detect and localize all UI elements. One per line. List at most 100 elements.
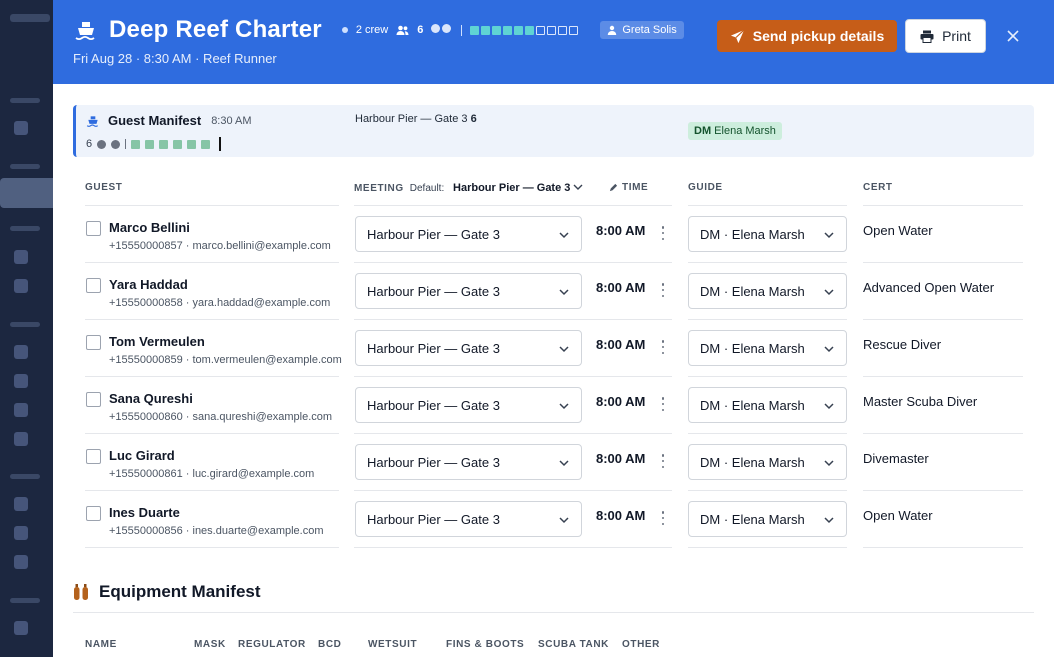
modal-header: Deep Reef Charter 2 crew 6 Greta Solis F… (53, 0, 1054, 84)
meeting-point-select[interactable]: Harbour Pier — Gate 3 (355, 444, 582, 480)
assigned-user-chip[interactable]: Greta Solis (600, 21, 684, 39)
background-section-label (10, 98, 40, 103)
row-rule (863, 433, 1023, 434)
column-header-cert: CERT (863, 182, 893, 193)
row-rule (354, 376, 672, 377)
summary-guide-badge: DM Elena Marsh (688, 122, 782, 140)
equipment-column-fins-boots: FINS & BOOTS (446, 639, 525, 650)
trip-meta: 2 crew 6 Greta Solis (341, 21, 684, 39)
pencil-icon[interactable] (609, 183, 618, 192)
guest-select-checkbox[interactable] (86, 506, 101, 521)
meeting-header-label: MEETING (354, 182, 404, 194)
meeting-point-select[interactable]: Harbour Pier — Gate 3 (355, 501, 582, 537)
chevron-down-icon (558, 400, 570, 412)
chevron-down-icon (823, 229, 835, 241)
crew-count: 2 crew (355, 24, 389, 36)
guide-select[interactable]: DM · Elena Marsh (688, 273, 847, 309)
guest-name: Ines Duarte (109, 505, 180, 520)
chevron-down-icon (823, 514, 835, 526)
background-nav-icon (14, 526, 28, 540)
default-meeting-selector[interactable]: Default: Harbour Pier — Gate 3 (410, 182, 583, 194)
pickup-time[interactable]: 8:00 AM (596, 223, 645, 238)
background-section-label (10, 598, 40, 603)
guest-select-checkbox[interactable] (86, 278, 101, 293)
more-options-icon[interactable] (661, 397, 665, 411)
guide-value: DM · Elena Marsh (700, 397, 805, 413)
default-label: Default: (409, 183, 445, 194)
capacity-box (145, 139, 155, 149)
background-section-label (10, 226, 40, 231)
meeting-point-select[interactable]: Harbour Pier — Gate 3 (355, 216, 582, 252)
capacity-box (525, 25, 535, 35)
crew-dot-icon (341, 27, 348, 33)
capacity-box (173, 139, 183, 149)
meeting-point-select[interactable]: Harbour Pier — Gate 3 (355, 387, 582, 423)
more-options-icon[interactable] (661, 226, 665, 240)
more-options-icon[interactable] (661, 283, 665, 297)
row-rule (85, 490, 339, 491)
pickup-time[interactable]: 8:00 AM (596, 337, 645, 352)
title-row: Deep Reef Charter 2 crew 6 Greta Solis (73, 16, 684, 44)
row-rule (354, 433, 672, 434)
meeting-point-value: Harbour Pier — Gate 3 (367, 454, 500, 470)
row-rule (85, 319, 339, 320)
guide-value: DM · Elena Marsh (700, 511, 805, 527)
pickup-time[interactable]: 8:00 AM (596, 508, 645, 523)
row-rule (688, 262, 847, 263)
chevron-down-icon (558, 514, 570, 526)
chevron-down-icon (558, 457, 570, 469)
guest-select-checkbox[interactable] (86, 335, 101, 350)
trip-detail-modal: Deep Reef Charter 2 crew 6 Greta Solis F… (53, 0, 1054, 657)
guide-select[interactable]: DM · Elena Marsh (688, 444, 847, 480)
guest-select-checkbox[interactable] (86, 449, 101, 464)
meeting-point-value: Harbour Pier — Gate 3 (367, 511, 500, 527)
certification: Master Scuba Diver (863, 394, 978, 409)
equipment-column-mask: MASK (194, 639, 226, 650)
guest-contact: +15550000858 · yara.haddad@example.com (109, 297, 331, 309)
send-pickup-details-button[interactable]: Send pickup details (717, 20, 897, 52)
meeting-point-select[interactable]: Harbour Pier — Gate 3 (355, 330, 582, 366)
summary-time: 8:30 AM (211, 114, 252, 127)
capacity-box (159, 139, 169, 149)
close-icon[interactable] (1003, 26, 1023, 46)
meeting-point-select[interactable]: Harbour Pier — Gate 3 (355, 273, 582, 309)
background-nav-icon (14, 497, 28, 511)
pickup-time[interactable]: 8:00 AM (596, 280, 645, 295)
row-rule (863, 376, 1023, 377)
divider (125, 139, 127, 149)
row-rule (85, 262, 339, 263)
guide-value: DM · Elena Marsh (700, 340, 805, 356)
guide-select[interactable]: DM · Elena Marsh (688, 501, 847, 537)
pickup-time[interactable]: 8:00 AM (596, 394, 645, 409)
guest-name: Luc Girard (109, 448, 175, 463)
guest-contact: +15550000861 · luc.girard@example.com (109, 468, 315, 480)
more-options-icon[interactable] (661, 340, 665, 354)
crew-circles (431, 24, 453, 36)
summary-meeting: Harbour Pier — Gate 3 6 (355, 113, 477, 125)
row-rule (85, 433, 339, 434)
certification: Open Water (863, 223, 933, 238)
summary-title: Guest Manifest (108, 113, 202, 128)
capacity-box (481, 25, 491, 35)
guest-contact: +15550000860 · sana.qureshi@example.com (109, 411, 333, 423)
row-rule (354, 262, 672, 263)
print-button[interactable]: Print (905, 19, 986, 53)
row-rule (688, 547, 847, 548)
more-options-icon[interactable] (661, 511, 665, 525)
pickup-time[interactable]: 8:00 AM (596, 451, 645, 466)
header-rule (85, 205, 339, 206)
equipment-column-bcd: BCD (318, 639, 342, 650)
equipment-column-name: NAME (85, 639, 117, 650)
capacity-box (569, 25, 579, 35)
more-options-icon[interactable] (661, 454, 665, 468)
row-rule (354, 547, 672, 548)
column-header-guest: GUEST (85, 182, 123, 193)
background-section-label (10, 322, 40, 327)
guest-select-checkbox[interactable] (86, 392, 101, 407)
guest-select-checkbox[interactable] (86, 221, 101, 236)
guide-select[interactable]: DM · Elena Marsh (688, 387, 847, 423)
background-nav-icon (14, 374, 28, 388)
guide-select[interactable]: DM · Elena Marsh (688, 330, 847, 366)
guide-select[interactable]: DM · Elena Marsh (688, 216, 847, 252)
chevron-down-icon (558, 286, 570, 298)
